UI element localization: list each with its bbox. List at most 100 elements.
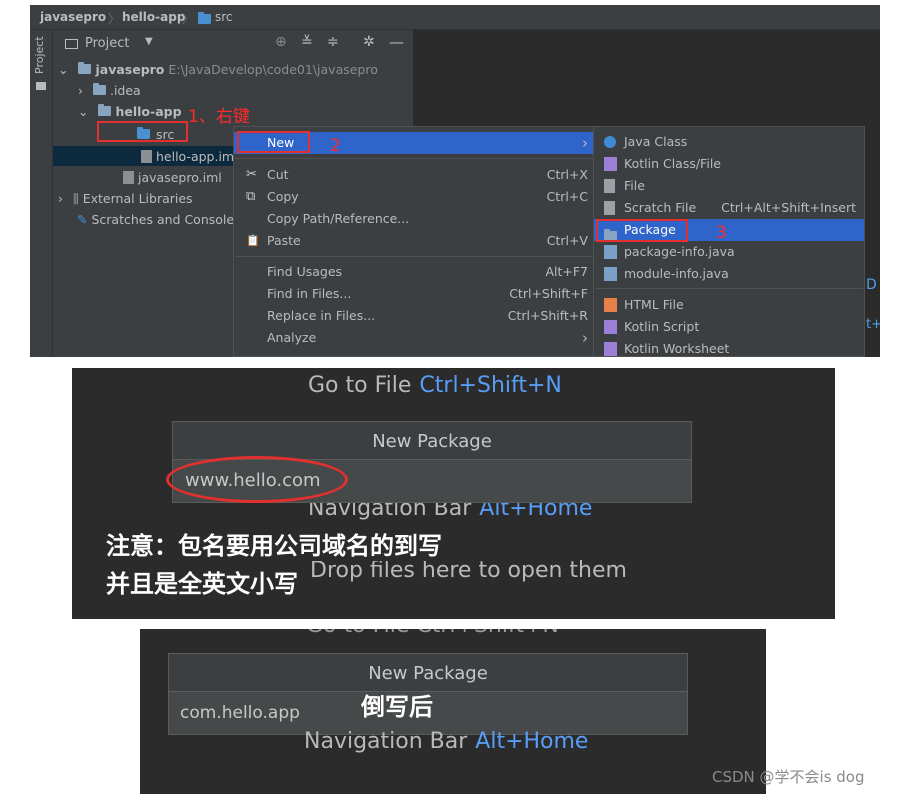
breadcrumb-separator: 〉 xyxy=(182,12,195,26)
submenu-item-html-file[interactable]: HTML File xyxy=(594,294,864,316)
submenu-item-label: HTML File xyxy=(624,297,684,312)
folder-icon xyxy=(92,83,106,95)
collapse-all-icon[interactable]: ≑ xyxy=(327,34,339,50)
tree-root-path: E:\JavaDevelop\code01\javasepro xyxy=(168,62,378,77)
menu-item-shortcut: Ctrl+Shift+R xyxy=(507,308,588,323)
locate-icon[interactable]: ⊕ xyxy=(275,34,287,50)
chevron-down-icon[interactable]: ▼ xyxy=(145,36,153,47)
submenu-item-label: Kotlin Class/File xyxy=(624,156,721,171)
menu-item-copy-path[interactable]: Copy Path/Reference... xyxy=(234,208,602,230)
java-file-icon xyxy=(604,267,617,281)
chevron-right-icon: › xyxy=(582,329,588,347)
submenu-item-file[interactable]: File xyxy=(594,175,864,197)
dialog-title: New Package xyxy=(372,431,492,452)
tree-item-javasepro-iml[interactable]: javasepro.iml xyxy=(123,168,222,188)
menu-item-replace-in-files[interactable]: Replace in Files... Ctrl+Shift+R xyxy=(234,305,602,327)
tree-item-label: .idea xyxy=(109,83,141,98)
menu-item-shortcut: Ctrl+X xyxy=(546,167,588,182)
submenu-item-module-info[interactable]: module-info.java xyxy=(594,263,864,285)
submenu-item-scratch-file[interactable]: Scratch File Ctrl+Alt+Shift+Insert xyxy=(594,197,864,219)
menu-item-label: Copy xyxy=(267,189,299,204)
menu-separator xyxy=(235,256,601,257)
folder-icon xyxy=(198,12,211,27)
annotation-step3: 3 xyxy=(716,223,727,243)
menu-item-shortcut: Ctrl+C xyxy=(546,189,588,204)
module-folder-icon xyxy=(78,62,92,74)
hint-shortcut: Alt+Home xyxy=(475,729,589,754)
submenu-item-shortcut: Ctrl+Alt+Shift+Insert xyxy=(721,200,856,215)
menu-item-find-in-files[interactable]: Find in Files... Ctrl+Shift+F xyxy=(234,283,602,305)
minimize-icon[interactable]: — xyxy=(389,33,404,51)
submenu-item-label: package-info.java xyxy=(624,244,735,259)
chevron-right-icon[interactable]: › xyxy=(78,83,83,98)
menu-item-find-usages[interactable]: Find Usages Alt+F7 xyxy=(234,261,602,283)
annotation-box-package xyxy=(596,219,688,242)
tree-item-root[interactable]: ⌄ javasepro E:\JavaDevelop\code01\javase… xyxy=(58,60,378,80)
tree-item-label: Scratches and Consoles xyxy=(91,212,241,227)
tree-root-name: javasepro xyxy=(95,62,165,77)
hint-drop-files: Drop files here to open them xyxy=(310,558,627,583)
submenu-item-label: module-info.java xyxy=(624,266,729,281)
tool-window-strip: Project xyxy=(30,30,53,357)
gear-icon[interactable]: ✲ xyxy=(363,34,375,50)
submenu-item-package-info[interactable]: package-info.java xyxy=(594,241,864,263)
annotation-step1: 1、右键 xyxy=(188,107,250,127)
menu-item-paste[interactable]: 📋 Paste Ctrl+V xyxy=(234,230,602,252)
submenu-item-kotlin-worksheet[interactable]: Kotlin Worksheet xyxy=(594,338,864,357)
tree-item-hello-app-iml[interactable]: hello-app.iml xyxy=(141,147,238,167)
chevron-right-icon: › xyxy=(582,134,588,152)
submenu-item-kotlin-script[interactable]: Kotlin Script xyxy=(594,316,864,338)
copy-icon: ⧉ xyxy=(246,189,256,204)
menu-item-label: Find in Files... xyxy=(267,286,352,301)
project-view-selector[interactable]: Project xyxy=(85,36,129,51)
expand-all-icon[interactable]: ≚ xyxy=(301,34,313,50)
annotation-note-line2: 并且是全英文小写 xyxy=(106,570,298,598)
hint-navigation-bar: Navigation Bar Alt+Home xyxy=(304,729,588,754)
tree-item-idea[interactable]: › .idea xyxy=(78,81,141,101)
tree-item-external-libraries[interactable]: › ⫼ External Libraries xyxy=(58,189,193,209)
menu-item-label: Analyze xyxy=(267,330,317,345)
menu-item-copy[interactable]: ⧉ Copy Ctrl+C xyxy=(234,186,602,208)
annotation-circle xyxy=(166,456,348,503)
submenu-item-label: Kotlin Worksheet xyxy=(624,341,730,356)
tree-item-label: External Libraries xyxy=(82,191,193,206)
project-tool-tab[interactable]: Project xyxy=(33,36,46,74)
project-view-icon xyxy=(65,39,78,49)
hint-shortcut: Ctrl+Shift+N xyxy=(419,373,562,398)
annotation-note: 倒写后 xyxy=(361,693,433,721)
breadcrumb-module[interactable]: hello-app xyxy=(122,10,185,24)
hint-label: Go to File xyxy=(308,373,412,398)
submenu-item-label: Kotlin Script xyxy=(624,319,700,334)
breadcrumb-project[interactable]: javasepro xyxy=(40,10,106,24)
dialog-title: New Package xyxy=(368,663,488,684)
tree-item-scratches[interactable]: ✎ Scratches and Consoles xyxy=(77,210,241,230)
tree-item-label: hello-app xyxy=(115,104,182,119)
chevron-down-icon[interactable]: ⌄ xyxy=(58,62,68,77)
hint-go-to-file: Go to File Ctrl+Shift+N xyxy=(308,373,562,398)
chevron-right-icon[interactable]: › xyxy=(58,191,63,206)
new-package-result-panel: Go to File Ctrl+Shift+N New Package com.… xyxy=(140,629,766,794)
breadcrumb-src[interactable]: src xyxy=(215,10,233,24)
submenu-item-kotlin-class[interactable]: Kotlin Class/File xyxy=(594,153,864,175)
menu-item-label: Cut xyxy=(267,167,289,182)
library-icon: ⫼ xyxy=(72,191,79,206)
tree-item-label: javasepro.iml xyxy=(138,170,222,185)
kotlin-file-icon xyxy=(604,157,617,171)
menu-item-label: Paste xyxy=(267,233,301,248)
annotation-note-line1: 注意：包名要用公司域名的到写 xyxy=(106,526,446,561)
menu-item-label: Find Usages xyxy=(267,264,343,279)
submenu-item-label: Java Class xyxy=(624,134,688,149)
watermark: CSDN @学不会is dog xyxy=(712,768,865,786)
cut-icon: ✂ xyxy=(246,167,257,182)
submenu-item-java-class[interactable]: Java Class xyxy=(594,131,864,153)
menu-item-cut[interactable]: ✂ Cut Ctrl+X xyxy=(234,164,602,186)
menu-item-shortcut: Alt+F7 xyxy=(545,264,588,279)
hint-label: Navigation Bar xyxy=(304,729,468,754)
chevron-down-icon[interactable]: ⌄ xyxy=(78,104,88,119)
html-file-icon xyxy=(604,298,617,312)
package-name-value: com.hello.app xyxy=(180,703,300,723)
menu-item-shortcut: Ctrl+V xyxy=(546,233,588,248)
tree-item-hello-app[interactable]: ⌄ hello-app xyxy=(78,102,182,122)
menu-item-analyze[interactable]: Analyze › xyxy=(234,327,602,349)
annotation-box-new xyxy=(237,131,310,153)
